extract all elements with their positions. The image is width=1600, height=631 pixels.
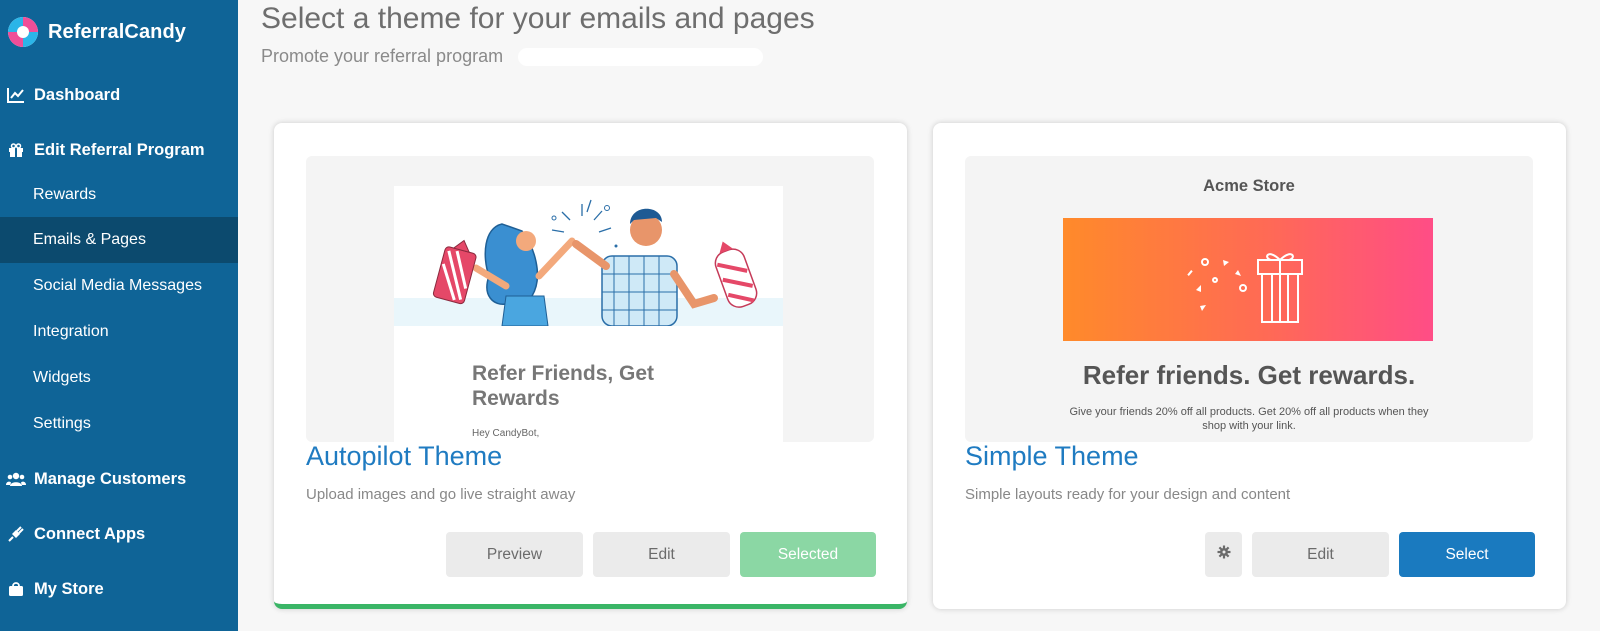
brand-name: ReferralCandy <box>48 20 187 43</box>
theme-description: Simple layouts ready for your design and… <box>965 486 1291 503</box>
sidebar-item-label: Integration <box>33 323 109 340</box>
gift-icon <box>5 142 27 158</box>
sidebar-item-connect-apps[interactable]: Connect Apps <box>0 511 238 557</box>
sidebar-item-emails-pages[interactable]: Emails & Pages <box>0 217 238 263</box>
theme-preview-simple: Acme Store Refer friends. Get rewards. G… <box>965 156 1533 442</box>
chart-line-icon <box>5 87 27 103</box>
sidebar-item-edit-referral-program[interactable]: Edit Referral Program <box>0 127 238 173</box>
sidebar-item-rewards[interactable]: Rewards <box>0 172 238 218</box>
selected-button[interactable]: Selected <box>740 532 876 577</box>
preview-greeting: Hey CandyBot, <box>472 428 540 439</box>
preview-body: Give your friends 20% off all products. … <box>1069 406 1429 432</box>
page-title: Select a theme for your emails and pages <box>261 2 815 35</box>
page-subtitle: Promote your referral program <box>261 46 764 67</box>
theme-card-simple: Acme Store Refer friends. Get rewards. G… <box>933 123 1566 609</box>
users-icon <box>5 471 27 487</box>
email-preview: Refer Friends, Get Rewards Hey CandyBot, <box>394 186 783 442</box>
theme-title[interactable]: Autopilot Theme <box>306 441 502 472</box>
sidebar-item-social-media-messages[interactable]: Social Media Messages <box>0 263 238 309</box>
store-icon <box>5 581 27 597</box>
redacted-store-name <box>518 48 764 67</box>
store-link[interactable] <box>508 48 764 67</box>
sidebar-item-label: My Store <box>34 579 104 598</box>
sidebar-item-label: Widgets <box>33 369 91 386</box>
gear-icon <box>1217 545 1231 564</box>
preview-button[interactable]: Preview <box>446 532 583 577</box>
sidebar-item-my-store[interactable]: My Store <box>0 566 238 612</box>
sidebar-item-manage-customers[interactable]: Manage Customers <box>0 456 238 502</box>
sidebar: ReferralCandy Dashboard Edit Referral Pr… <box>0 0 238 631</box>
high-five-illustration <box>432 199 758 326</box>
sidebar-item-label: Edit Referral Program <box>34 140 205 159</box>
preview-banner <box>1063 218 1433 341</box>
brand[interactable]: ReferralCandy <box>6 14 186 50</box>
sidebar-item-label: Rewards <box>33 186 97 203</box>
theme-settings-button[interactable] <box>1205 532 1242 577</box>
edit-button[interactable]: Edit <box>1252 532 1389 577</box>
sidebar-item-label: Settings <box>33 415 91 432</box>
preview-heading: Refer Friends, Get Rewards <box>472 362 655 410</box>
select-button[interactable]: Select <box>1399 532 1535 577</box>
theme-preview-autopilot: Refer Friends, Get Rewards Hey CandyBot, <box>306 156 874 442</box>
theme-card-autopilot: Refer Friends, Get Rewards Hey CandyBot,… <box>274 123 907 609</box>
preview-store-name: Acme Store <box>1203 177 1295 195</box>
sidebar-item-label: Connect Apps <box>34 524 146 543</box>
edit-button[interactable]: Edit <box>593 532 730 577</box>
page-subtitle-text: Promote your referral program <box>261 46 504 66</box>
sidebar-item-dashboard[interactable]: Dashboard <box>0 72 238 118</box>
sidebar-item-settings[interactable]: Settings <box>0 401 238 447</box>
sidebar-item-widgets[interactable]: Widgets <box>0 355 238 401</box>
sidebar-item-label: Manage Customers <box>34 469 187 488</box>
referralcandy-logo-icon <box>6 15 40 49</box>
theme-description: Upload images and go live straight away <box>306 486 576 503</box>
theme-title[interactable]: Simple Theme <box>965 441 1139 472</box>
sidebar-item-label: Social Media Messages <box>33 277 202 294</box>
sidebar-item-label: Emails & Pages <box>33 231 146 248</box>
sidebar-item-integration[interactable]: Integration <box>0 309 238 355</box>
plug-icon <box>5 525 27 543</box>
gift-confetti-illustration <box>1187 253 1303 323</box>
preview-heading: Refer friends. Get rewards. <box>1082 360 1416 390</box>
sidebar-item-label: Dashboard <box>34 85 121 104</box>
